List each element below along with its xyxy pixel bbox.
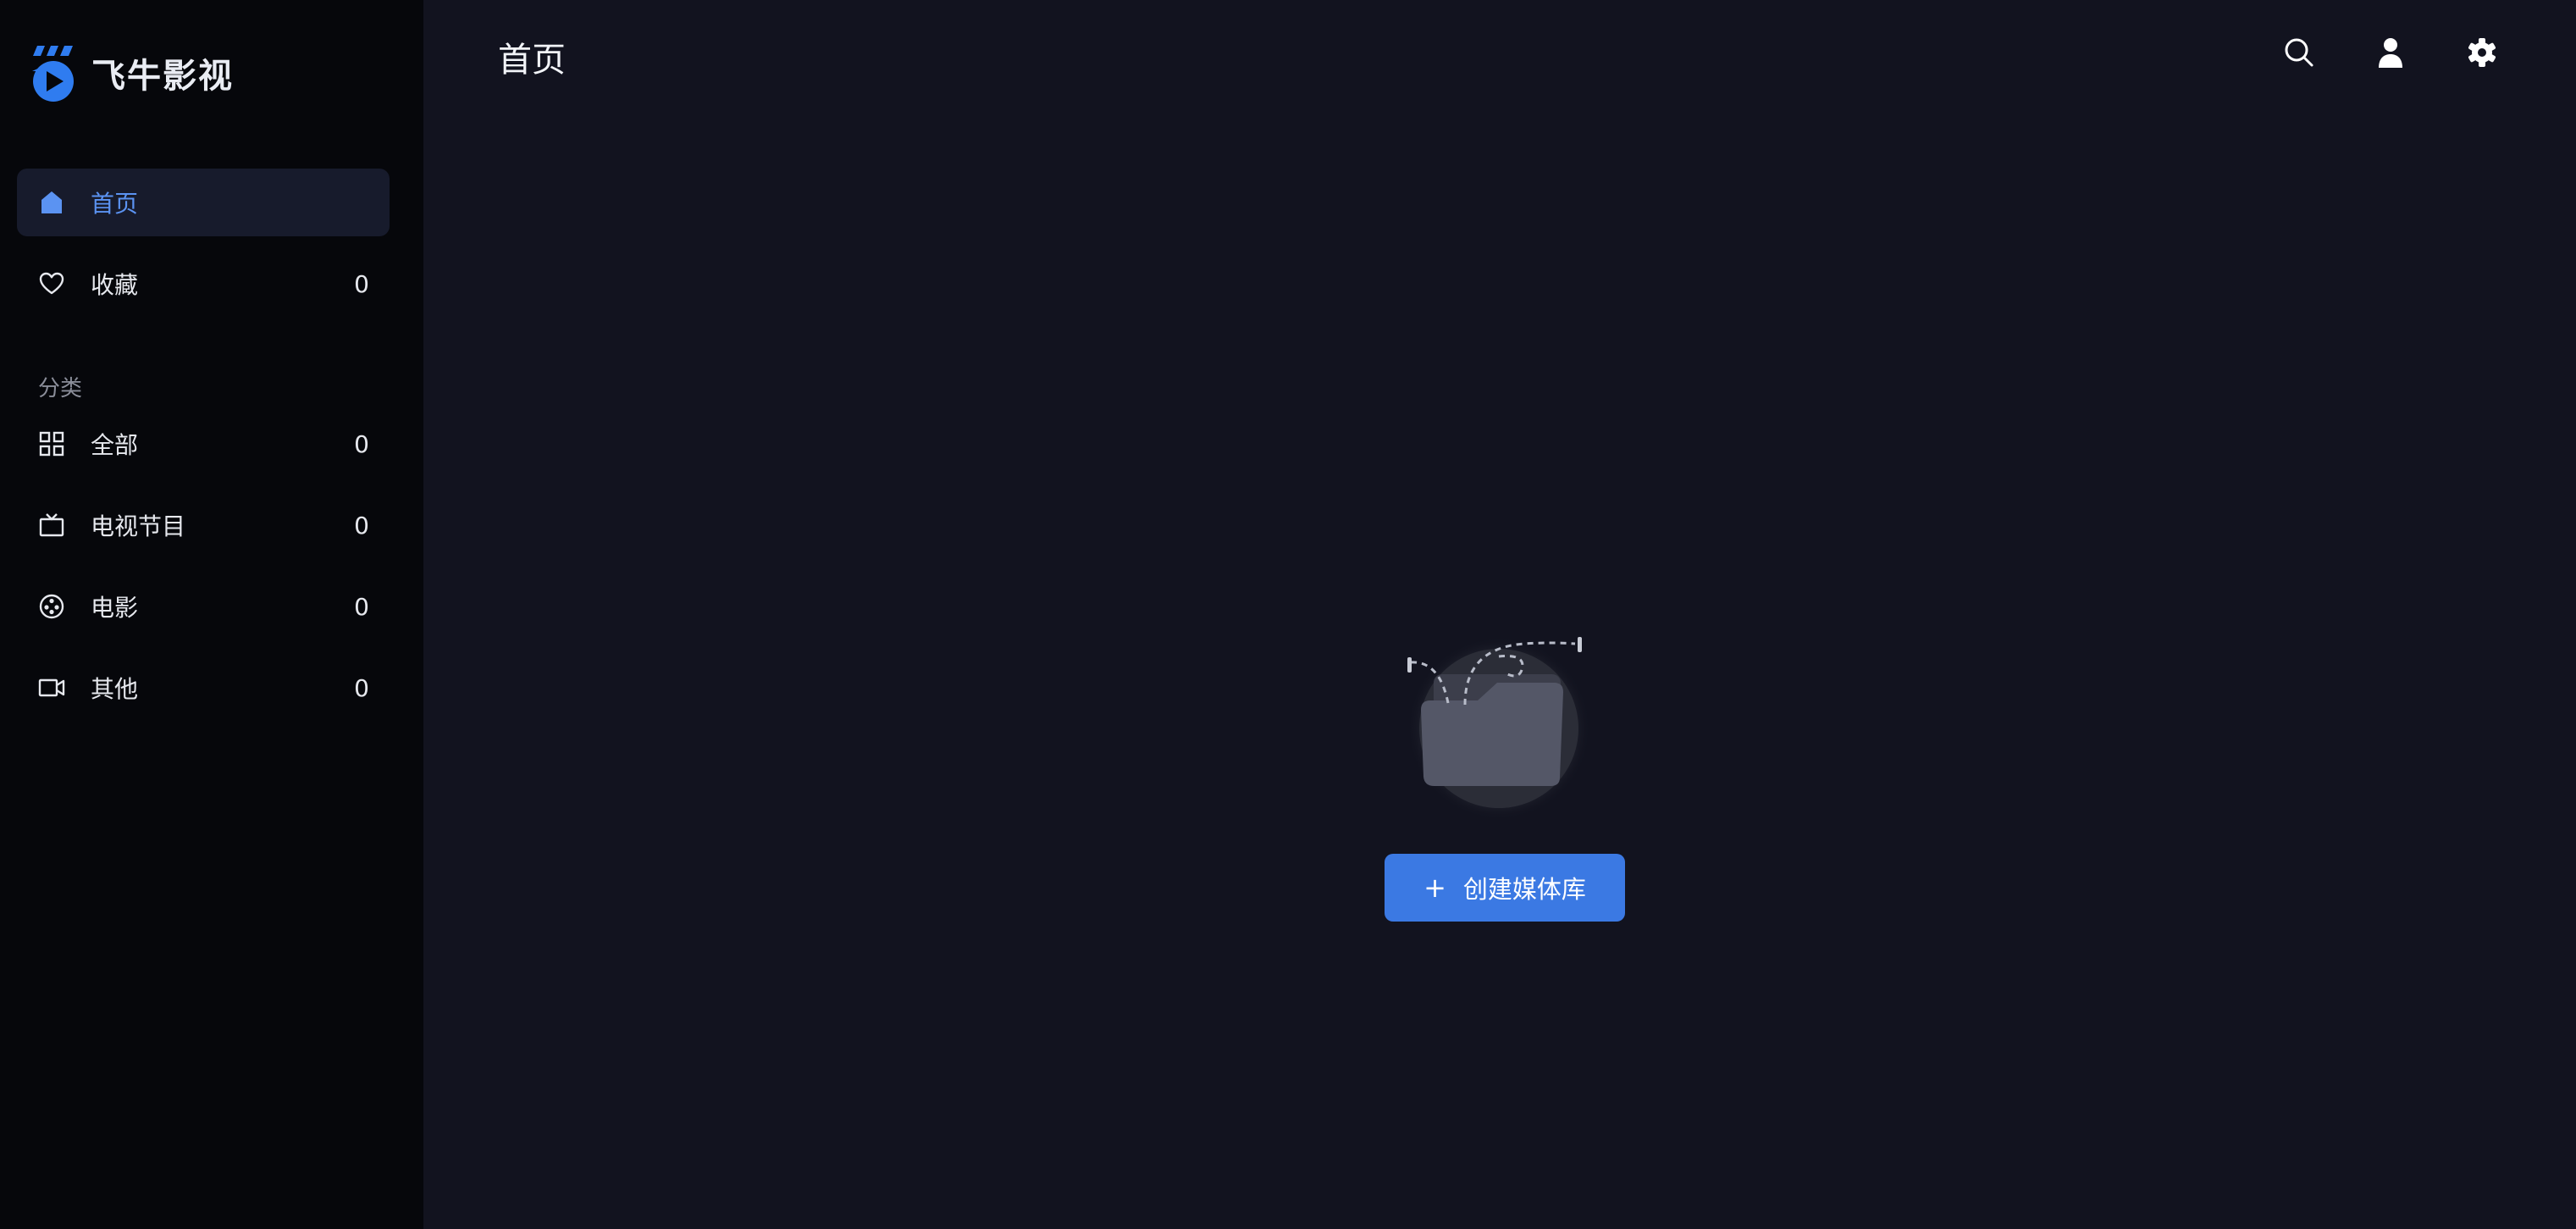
search-icon <box>2285 38 2313 67</box>
plus-icon: + <box>1423 872 1446 904</box>
tv-shows-count: 0 <box>354 511 369 540</box>
heart-icon <box>38 270 65 297</box>
video-camera-icon <box>38 674 65 701</box>
sidebar-item-label: 收藏 <box>91 271 139 299</box>
movies-count: 0 <box>354 592 369 621</box>
empty-folder-icon <box>1407 637 1590 820</box>
app-name: 飞牛影视 <box>91 57 234 96</box>
favorites-count: 0 <box>354 269 369 298</box>
sidebar: 飞牛影视 首页 收藏 0 分类 全部 0 电视节目 0 电影 0 其他 0 <box>0 0 423 1229</box>
main-content: 首页 + 创建媒体库 <box>423 0 2576 1229</box>
play-logo-icon <box>32 46 74 102</box>
create-media-library-label: 创建媒体库 <box>1462 875 1586 904</box>
sidebar-item-label: 首页 <box>91 190 139 218</box>
create-media-library-button[interactable]: + 创建媒体库 <box>1385 854 1625 922</box>
page-title: 首页 <box>498 41 566 80</box>
app-window: 飞牛影视 首页 收藏 0 分类 全部 0 电视节目 0 电影 0 其他 0 首页… <box>0 0 2576 1229</box>
category-section-title: 分类 <box>38 376 83 401</box>
sidebar-item-home[interactable]: 首页 <box>17 169 390 236</box>
main-nav: 首页 收藏 0 <box>17 169 390 331</box>
sidebar-item-label: 电影 <box>91 594 139 622</box>
search-button[interactable] <box>2280 34 2318 71</box>
user-icon <box>2379 38 2402 68</box>
sidebar-item-movies[interactable]: 电影 0 <box>17 573 390 640</box>
film-reel-icon <box>38 593 65 620</box>
category-nav: 全部 0 电视节目 0 电影 0 其他 0 <box>17 410 390 735</box>
grid-icon <box>38 430 65 457</box>
sidebar-item-favorites[interactable]: 收藏 0 <box>17 250 390 318</box>
home-icon <box>38 189 65 216</box>
other-count: 0 <box>354 673 369 702</box>
app-logo[interactable]: 飞牛影视 <box>29 42 234 103</box>
sidebar-item-tv-shows[interactable]: 电视节目 0 <box>17 491 390 559</box>
settings-button[interactable] <box>2463 34 2501 71</box>
sidebar-item-all[interactable]: 全部 0 <box>17 410 390 478</box>
sidebar-item-label: 其他 <box>91 675 139 703</box>
user-button[interactable] <box>2372 34 2409 71</box>
sidebar-item-label: 电视节目 <box>91 512 186 540</box>
all-count: 0 <box>354 429 369 458</box>
tv-icon <box>38 512 65 539</box>
sidebar-item-label: 全部 <box>91 431 139 459</box>
gear-icon <box>2468 38 2496 67</box>
sidebar-item-other[interactable]: 其他 0 <box>17 654 390 722</box>
